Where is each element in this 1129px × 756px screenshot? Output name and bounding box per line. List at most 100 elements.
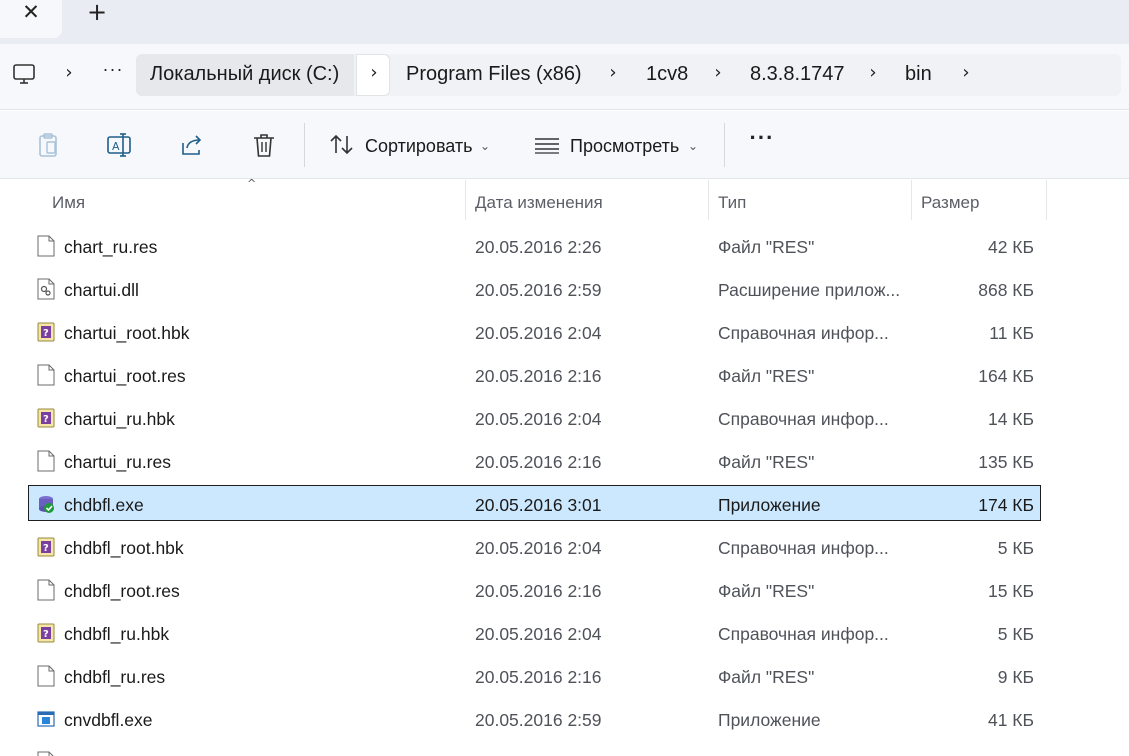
view-button[interactable]: Просмотреть <box>570 135 679 157</box>
svg-text:?: ? <box>43 629 49 640</box>
column-header-date[interactable]: Дата изменения <box>475 192 603 214</box>
file-type: Файл "RES" <box>718 581 815 601</box>
breadcrumb-1cv8[interactable]: 1cv8 <box>646 62 688 88</box>
file-icon <box>37 235 55 257</box>
svg-text:?: ? <box>43 414 49 425</box>
breadcrumb-bin[interactable]: bin <box>905 62 932 88</box>
share-icon[interactable] <box>178 131 206 159</box>
breadcrumb-chevron-icon[interactable]: › <box>710 62 726 86</box>
file-row[interactable]: chdbfl.exe 20.05.2016 3:01 Приложение 174 К… <box>28 485 1041 521</box>
file-row[interactable]: chartui_ru.res 20.05.2016 2:16 Файл "RES" 1… <box>28 442 1041 478</box>
breadcrumb-chevron-icon[interactable]: › <box>366 62 382 86</box>
trash-icon[interactable] <box>250 131 278 159</box>
file-name[interactable]: chartui.dll <box>64 279 139 301</box>
file-date: 20.05.2016 2:04 <box>475 323 602 343</box>
file-type: Файл "RES" <box>718 752 908 756</box>
column-divider[interactable] <box>911 180 912 220</box>
file-name[interactable]: chdbfl_root.res <box>64 580 180 602</box>
file-name[interactable]: chdbfl.exe <box>64 494 144 516</box>
file-name[interactable]: chdbfl_ru.res <box>64 666 165 688</box>
file-type: Файл "RES" <box>718 452 815 472</box>
file-type: Справочная инфор... <box>718 323 889 343</box>
breadcrumb-chevron-icon[interactable]: › <box>958 62 974 86</box>
view-icon[interactable] <box>533 131 561 159</box>
file-row[interactable]: chartui.dll 20.05.2016 2:59 Расширение при… <box>28 270 1041 306</box>
file-row[interactable]: cnvdbfl.exe 20.05.2016 2:59 Приложение 41 К… <box>28 700 1041 736</box>
file-date: 20.05.2016 2:04 <box>475 538 602 558</box>
file-icon <box>37 751 55 756</box>
hidden-path-more-icon[interactable]: ··· <box>101 60 125 85</box>
column-divider[interactable] <box>465 180 466 220</box>
file-name[interactable]: chdbfl_root.hbk <box>64 537 184 559</box>
file-date: 20.05.2016 2:59 <box>475 710 602 730</box>
address-bar-row: › ··· Локальный диск (C:) › Program File… <box>0 44 1129 110</box>
file-size: … КБ <box>990 752 1034 756</box>
tab-strip: ✕ + <box>0 0 1129 44</box>
breadcrumb-version[interactable]: 8.3.8.1747 <box>750 62 845 88</box>
breadcrumb-chevron-icon[interactable]: › <box>865 62 881 86</box>
rename-icon[interactable]: A <box>105 131 133 159</box>
breadcrumb-local-disk[interactable]: Локальный диск (C:) <box>150 62 339 88</box>
file-name[interactable]: chartui_ru.hbk <box>64 408 175 430</box>
file-size: 5 КБ <box>997 538 1034 558</box>
file-size: 164 КБ <box>978 366 1034 386</box>
file-size: 174 КБ <box>978 495 1034 515</box>
chevron-down-icon[interactable]: ⌄ <box>480 135 490 157</box>
file-name[interactable]: chartui_root.hbk <box>64 322 190 344</box>
file-list: ^ Имя Дата изменения Тип Размер chart_ru… <box>0 177 1129 756</box>
svg-text:?: ? <box>43 328 49 339</box>
close-tab-icon[interactable]: ✕ <box>20 2 42 24</box>
file-name[interactable]: cnvdbfl.exe <box>64 709 153 731</box>
file-row[interactable]: chart_ru.res 20.05.2016 2:26 Файл "RES" 42 … <box>28 227 1041 263</box>
this-pc-icon[interactable] <box>12 62 36 86</box>
help-file-icon: ? <box>37 321 55 343</box>
column-divider[interactable] <box>708 180 709 220</box>
active-tab[interactable]: ✕ <box>0 0 62 38</box>
file-type: Файл "RES" <box>718 667 815 687</box>
sort-ascending-icon: ^ <box>247 177 257 190</box>
file-size: 42 КБ <box>987 237 1034 257</box>
file-name[interactable]: chartui_ru.res <box>64 451 171 473</box>
new-tab-icon[interactable]: + <box>85 0 109 25</box>
file-date: 20.05.2016 2:16 <box>475 452 602 472</box>
column-header-type[interactable]: Тип <box>718 192 746 214</box>
file-date: 20.05.2016 2:04 <box>475 409 602 429</box>
path-chevron-icon[interactable]: › <box>61 62 77 86</box>
column-header-name[interactable]: Имя <box>52 192 85 214</box>
file-date: 20.05.2016 2:16 <box>475 667 602 687</box>
file-name[interactable]: chart_ru.res <box>64 236 157 258</box>
file-size: 14 КБ <box>987 409 1034 429</box>
file-row[interactable]: chartui_root.res 20.05.2016 2:16 Файл "RES… <box>28 356 1041 392</box>
file-type: Справочная инфор... <box>718 538 889 558</box>
exe-window-icon <box>37 708 55 730</box>
file-icon <box>37 450 55 472</box>
chevron-down-icon[interactable]: ⌄ <box>688 135 698 157</box>
clipboard-icon[interactable] <box>34 131 62 159</box>
toolbar-divider <box>304 123 305 167</box>
more-options-icon[interactable]: ··· <box>748 127 776 159</box>
file-type: Справочная инфор... <box>718 409 889 429</box>
exe-db-icon <box>37 493 55 515</box>
breadcrumb-chevron-icon[interactable]: › <box>605 62 621 86</box>
breadcrumb-program-files[interactable]: Program Files (x86) <box>406 62 582 88</box>
file-row[interactable]: ? chdbfl_root.hbk 20.05.2016 2:04 Справочна… <box>28 528 1041 564</box>
file-name[interactable]: chdbfl_ru.hbk <box>64 623 169 645</box>
file-name[interactable]: cnvdbfl_root.res <box>64 752 189 756</box>
sort-button[interactable]: Сортировать <box>365 135 473 157</box>
file-size: 11 КБ <box>989 323 1034 343</box>
sort-icon[interactable] <box>328 131 356 159</box>
file-type: Файл "RES" <box>718 366 815 386</box>
file-icon <box>37 364 55 386</box>
file-date: 20.05.2016 2:16 <box>475 752 602 756</box>
column-divider[interactable] <box>1046 180 1047 220</box>
file-row[interactable]: ? chartui_ru.hbk 20.05.2016 2:04 Справочная… <box>28 399 1041 435</box>
file-row[interactable]: chdbfl_root.res 20.05.2016 2:16 Файл "RES"… <box>28 571 1041 607</box>
file-row[interactable]: ? chdbfl_ru.hbk 20.05.2016 2:04 Справочная … <box>28 614 1041 650</box>
file-name[interactable]: chartui_root.res <box>64 365 186 387</box>
file-size: 41 КБ <box>987 710 1034 730</box>
file-row[interactable]: chdbfl_ru.res 20.05.2016 2:16 Файл "RES" 9 … <box>28 657 1041 693</box>
file-row[interactable]: ? chartui_root.hbk 20.05.2016 2:04 Справочн… <box>28 313 1041 349</box>
file-size: 135 КБ <box>978 452 1034 472</box>
file-row[interactable]: cnvdbfl_root.res 20.05.2016 2:16 Файл "RES… <box>28 743 1041 756</box>
column-header-size[interactable]: Размер <box>921 192 979 214</box>
